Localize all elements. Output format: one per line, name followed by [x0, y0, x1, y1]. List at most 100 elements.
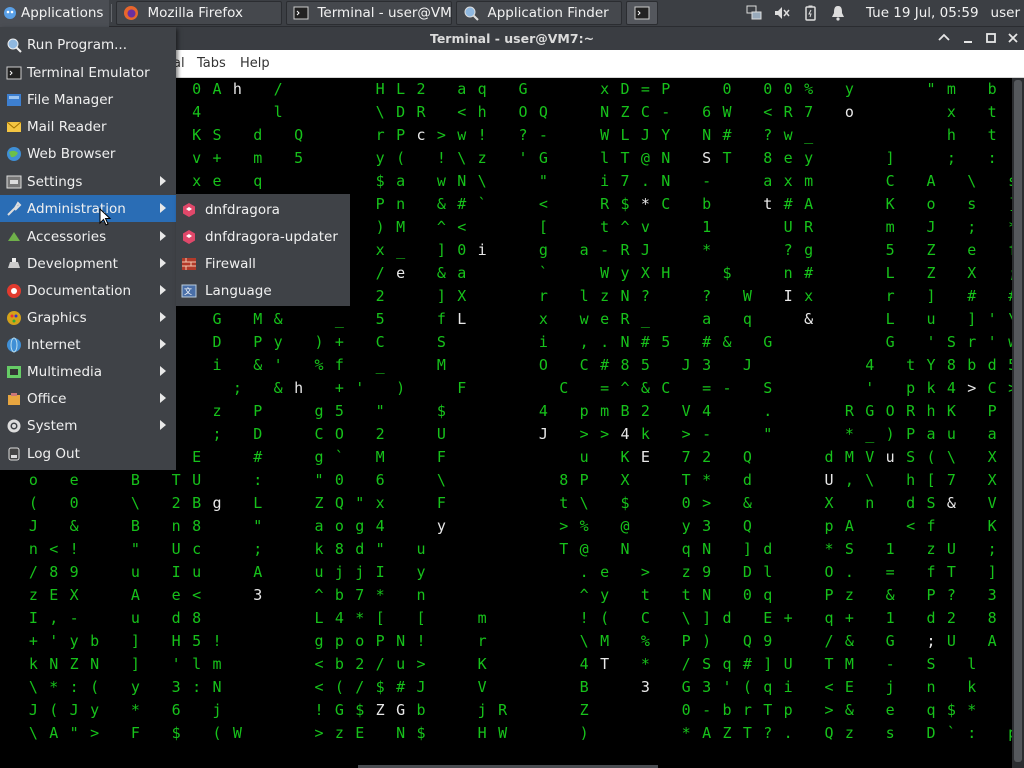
terminal-char: M [844, 448, 854, 466]
terminal-char: t [600, 218, 610, 236]
menu-item-log-out[interactable]: Log Out [0, 440, 176, 467]
terminal-char: P [661, 80, 671, 98]
task-terminal-small[interactable] [626, 1, 659, 25]
terminal-char: N [661, 172, 671, 190]
terminal-char: Q [294, 126, 304, 144]
terminal-char: K [885, 195, 895, 213]
menu-item-graphics[interactable]: Graphics [0, 304, 176, 331]
terminal-char: G [885, 333, 895, 351]
menu-help[interactable]: Help [240, 56, 270, 71]
terminal-char: / [375, 655, 385, 673]
task-firefox[interactable]: Mozilla Firefox [116, 1, 283, 25]
submenu-arrow-icon [160, 258, 166, 268]
submenu-item-dnfdragora[interactable]: dnfdragora [176, 196, 350, 223]
terminal-char: M [396, 218, 406, 236]
terminal-char: @ [620, 517, 630, 535]
terminal-char: 3 [702, 356, 712, 374]
menu-tabs[interactable]: Tabs [197, 56, 226, 71]
notification-bell-icon[interactable] [829, 4, 847, 22]
terminal-char: x [192, 172, 202, 190]
terminal-char: g [804, 241, 814, 259]
terminal-char: b [416, 701, 426, 719]
terminal-char: ' [987, 310, 997, 328]
menu-item-office[interactable]: Office [0, 385, 176, 412]
terminal-char: 8 [192, 517, 202, 535]
terminal-char: H [171, 632, 181, 650]
terminal-char: j [334, 563, 344, 581]
menu-item-run-program[interactable]: Run Program... [0, 31, 176, 58]
window-close-icon[interactable] [1005, 30, 1021, 46]
terminal-char: V [477, 678, 487, 696]
terminal-char: x [538, 310, 548, 328]
terminal-char: d [722, 609, 732, 627]
terminal-char: C [559, 379, 569, 397]
terminal-char: . [844, 563, 854, 581]
terminal-char: d [987, 356, 997, 374]
terminal-char: z [681, 563, 691, 581]
network-icon[interactable] [745, 4, 763, 22]
terminal-char: [ [538, 218, 548, 236]
terminal-char: H [477, 724, 487, 742]
terminal-char: T [620, 149, 630, 167]
terminal-char: L [253, 494, 263, 512]
menu-item-documentation[interactable]: Documentation [0, 277, 176, 304]
terminal-char: " [69, 724, 79, 742]
task-app-finder[interactable]: Application Finder [456, 1, 623, 25]
terminal-char: ' [926, 333, 936, 351]
terminal-char: / [681, 655, 691, 673]
terminal-char: r [885, 287, 895, 305]
menu-item-web-browser[interactable]: Web Browser [0, 140, 176, 167]
applications-menu-button[interactable]: Applications [0, 0, 110, 27]
submenu-item-dnfdragora-updater[interactable]: dnfdragora-updater [176, 223, 350, 250]
terminal-char: ] [130, 655, 140, 673]
terminal-char: r [967, 333, 977, 351]
battery-icon[interactable] [801, 4, 819, 22]
terminal-char: * [844, 425, 854, 443]
terminal-char: E [49, 586, 59, 604]
menu-item-mail-reader[interactable]: Mail Reader [0, 113, 176, 140]
window-minimize-icon[interactable] [960, 30, 976, 46]
menu-item-development[interactable]: Development [0, 250, 176, 277]
terminal-char: H [375, 80, 385, 98]
terminal-char: - [702, 425, 712, 443]
firefox-icon [124, 6, 139, 20]
terminal-char: T [824, 655, 834, 673]
terminal-char: & [273, 310, 283, 328]
menu-item-label: Documentation [27, 282, 132, 299]
window-maximize-icon[interactable] [983, 30, 999, 46]
menu-item-file-manager[interactable]: File Manager [0, 86, 176, 113]
submenu-item-label: Firewall [205, 255, 256, 272]
submenu-item-firewall[interactable]: Firewall [176, 250, 350, 277]
menu-item-administration[interactable]: Administration [0, 195, 176, 222]
terminal-char: $ [946, 701, 956, 719]
terminal-char: U [783, 218, 793, 236]
terminal-char: Q [538, 103, 548, 121]
terminal-char: / [355, 678, 365, 696]
menu-item-multimedia[interactable]: Multimedia [0, 358, 176, 385]
terminal-char: e [967, 241, 977, 259]
scrollbar-thumb[interactable] [1014, 80, 1022, 762]
user-menu[interactable]: user [991, 5, 1020, 21]
terminal-char: s [1003, 172, 1012, 190]
menu-item-system[interactable]: System [0, 412, 176, 439]
menu-item-terminal-emulator[interactable]: Terminal Emulator [0, 59, 176, 86]
terminal-char: l [967, 655, 977, 673]
volume-muted-icon[interactable] [773, 4, 791, 22]
terminal-char: = [702, 379, 712, 397]
terminal-char: N [661, 149, 671, 167]
terminal-scrollbar[interactable] [1012, 78, 1024, 768]
menu-item-accessories[interactable]: Accessories [0, 223, 176, 250]
window-shade-icon[interactable] [936, 30, 952, 46]
terminal-char: Q [824, 724, 834, 742]
terminal-char: 5 [294, 149, 304, 167]
submenu-item-language[interactable]: 文 Language [176, 277, 350, 304]
task-terminal[interactable]: Terminal - user@VM... [286, 1, 453, 25]
terminal-char: k [967, 678, 977, 696]
terminal-char: & [69, 517, 79, 535]
clock[interactable]: Tue 19 Jul, 05:59 [866, 5, 979, 21]
menu-item-settings[interactable]: Settings [0, 168, 176, 195]
terminal-char: - [722, 379, 732, 397]
terminal-char: n [416, 586, 426, 604]
terminal-char: S [926, 494, 936, 512]
menu-item-internet[interactable]: Internet [0, 331, 176, 358]
